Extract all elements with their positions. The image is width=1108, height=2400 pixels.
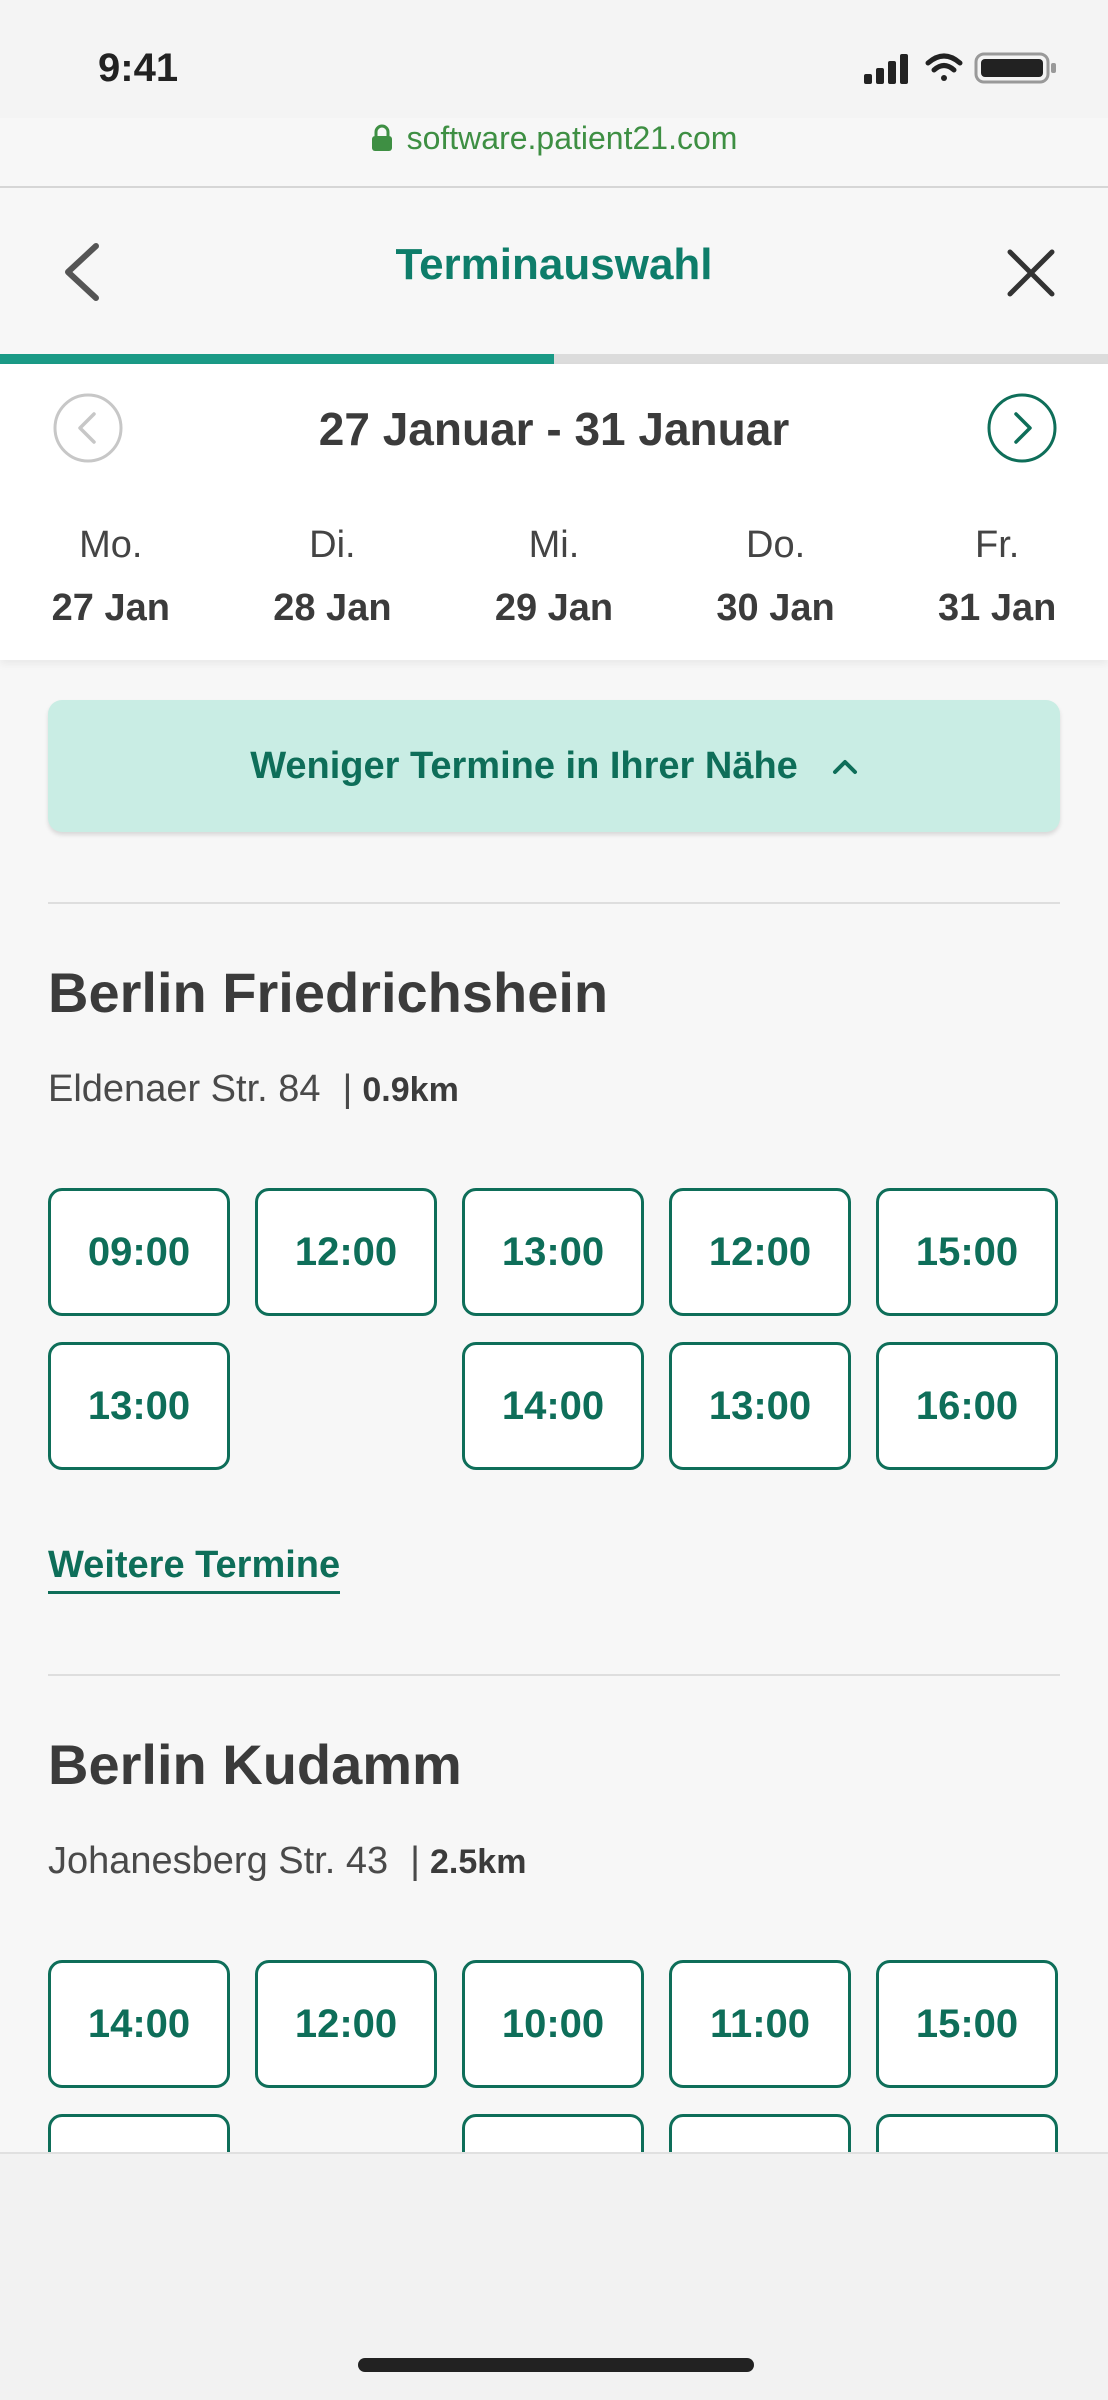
day-name: Mo.: [79, 524, 143, 566]
time-slot-button[interactable]: 13:00: [48, 1342, 230, 1470]
address-text: Eldenaer Str. 84: [48, 1068, 321, 1110]
week-selector: 27 Januar - 31 Januar Mo. 27 Jan Di. 28 …: [0, 364, 1108, 660]
time-slot-button[interactable]: 15:00: [876, 1960, 1058, 2088]
close-icon[interactable]: [1004, 246, 1058, 300]
nearby-toggle-label: Weniger Termine in Ihrer Nähe: [250, 744, 798, 787]
status-icons: [864, 52, 1056, 84]
time-slot-button[interactable]: 12:00: [255, 1960, 437, 2088]
day-column-wed: Mi. 29 Jan: [443, 524, 665, 630]
day-column-fri: Fr. 31 Jan: [886, 524, 1108, 630]
address-bar[interactable]: software.patient21.com: [0, 120, 1108, 157]
app-header: Terminauswahl: [0, 186, 1108, 354]
distance-text: 0.9km: [362, 1071, 459, 1109]
nearby-toggle-button[interactable]: Weniger Termine in Ihrer Nähe: [48, 700, 1060, 832]
wifi-icon: [925, 53, 963, 81]
day-column-mon: Mo. 27 Jan: [0, 524, 222, 630]
progress-fill: [0, 354, 554, 364]
time-slot-button[interactable]: [876, 2114, 1058, 2152]
status-time: 9:41: [98, 46, 179, 90]
address-separator: |: [342, 1068, 353, 1110]
battery-icon: [974, 52, 1056, 84]
time-slot-button[interactable]: [669, 2114, 851, 2152]
time-slot-button[interactable]: 16:00: [876, 1342, 1058, 1470]
status-bar: 9:41 software.patient21.com: [0, 0, 1108, 156]
day-name: Fr.: [975, 524, 1020, 566]
time-slot-button[interactable]: 14:00: [48, 1960, 230, 2088]
time-slot-button[interactable]: 12:00: [255, 1188, 437, 1316]
more-appointments-link[interactable]: Weitere Termine: [48, 1544, 341, 1594]
time-slot-button[interactable]: 09:00: [48, 1188, 230, 1316]
address-separator: |: [410, 1840, 421, 1882]
signal-icon: [864, 54, 908, 84]
day-name: Di.: [309, 524, 356, 566]
time-slot-button[interactable]: 13:00: [669, 1342, 851, 1470]
location-address: Johanesberg Str. 43 | 2.5km: [48, 1840, 526, 1883]
next-week-icon[interactable]: [986, 392, 1058, 464]
day-date: 30 Jan: [716, 587, 835, 629]
time-slot-button[interactable]: 14:00: [462, 1342, 644, 1470]
address-text: Johanesberg Str. 43: [48, 1840, 389, 1882]
week-range: 27 Januar - 31 Januar: [318, 403, 790, 455]
day-date: 27 Jan: [51, 587, 170, 629]
day-name: Mi.: [528, 524, 580, 566]
location-address: Eldenaer Str. 84 | 0.9km: [48, 1068, 459, 1111]
progress-bar: [0, 354, 1108, 364]
url-text: software.patient21.com: [406, 120, 738, 156]
time-slot-button[interactable]: 15:00: [876, 1188, 1058, 1316]
chevron-up-icon: [832, 760, 857, 774]
day-date: 29 Jan: [494, 587, 614, 629]
location-name: Berlin Friedrichshein: [48, 961, 609, 1024]
location-name: Berlin Kudamm: [48, 1733, 462, 1796]
time-slot-button[interactable]: [48, 2114, 230, 2152]
page-viewport: 9:41 software.patient21.com Terminauswah…: [0, 0, 1108, 2152]
day-column-tue: Di. 28 Jan: [222, 524, 444, 630]
divider: [48, 902, 1060, 904]
day-date: 31 Jan: [938, 587, 1057, 629]
home-indicator[interactable]: [358, 2358, 754, 2372]
day-column-thu: Do. 30 Jan: [665, 524, 887, 630]
day-date: 28 Jan: [273, 587, 392, 629]
lock-icon: [371, 124, 392, 151]
page-title: Terminauswahl: [395, 240, 713, 289]
time-slot-button[interactable]: 10:00: [462, 1960, 644, 2088]
time-slot-button[interactable]: 12:00: [669, 1188, 851, 1316]
time-slot-button[interactable]: 11:00: [669, 1960, 851, 2088]
day-name: Do.: [746, 524, 806, 566]
day-columns: Mo. 27 Jan Di. 28 Jan Mi. 29 Jan Do. 30 …: [0, 524, 1108, 630]
time-slot-button[interactable]: [462, 2114, 644, 2152]
time-slot-button[interactable]: 13:00: [462, 1188, 644, 1316]
distance-text: 2.5km: [430, 1843, 527, 1881]
divider: [48, 1674, 1060, 1676]
